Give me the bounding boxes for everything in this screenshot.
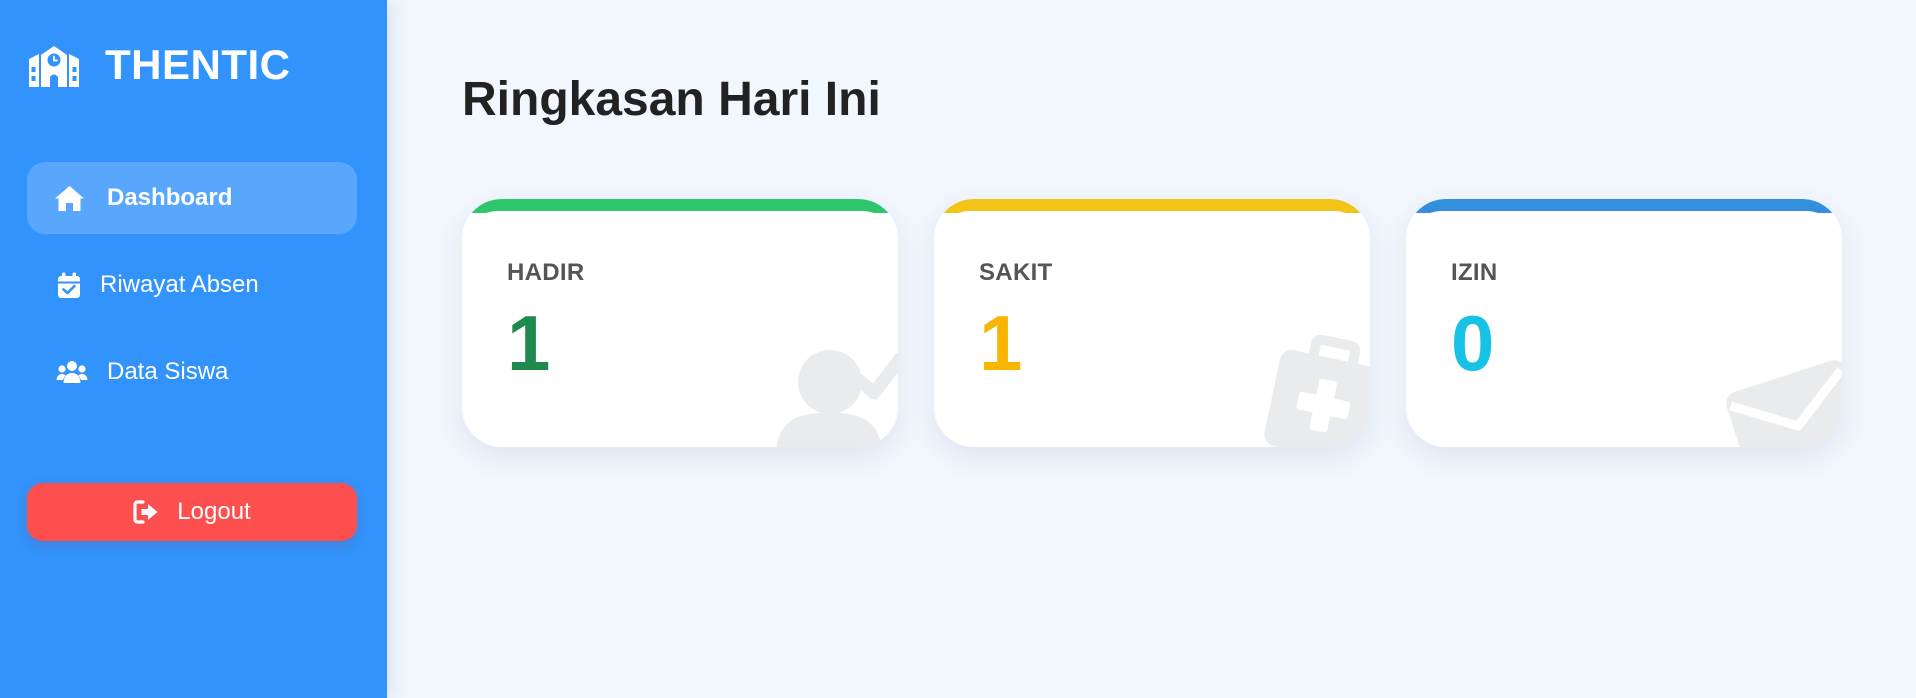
- sidebar-item-label: Riwayat Absen: [100, 271, 259, 298]
- sidebar-item-dashboard[interactable]: Dashboard: [27, 162, 357, 234]
- sidebar-item-label: Data Siswa: [107, 358, 229, 385]
- stat-card-hadir: HADIR 1: [462, 199, 898, 447]
- home-icon: [54, 185, 85, 212]
- card-label: IZIN: [1451, 259, 1498, 286]
- users-icon: [56, 360, 88, 384]
- envelope-icon: [1722, 337, 1842, 447]
- card-value: 0: [1451, 299, 1495, 387]
- medkit-icon: [1250, 332, 1370, 447]
- stat-card-sakit: SAKIT 1: [934, 199, 1370, 447]
- logout-button[interactable]: Logout: [27, 483, 357, 541]
- calendar-check-icon: [57, 272, 81, 299]
- sidebar-item-riwayat-absen[interactable]: Riwayat Absen: [27, 249, 357, 321]
- sidebar-item-data-siswa[interactable]: Data Siswa: [27, 336, 357, 408]
- brand[interactable]: THENTIC: [27, 40, 291, 90]
- school-icon: [27, 43, 81, 87]
- sidebar-item-label: Dashboard: [107, 184, 233, 211]
- app-name: THENTIC: [105, 41, 291, 88]
- card-value: 1: [507, 299, 551, 387]
- stat-card-izin: IZIN 0: [1406, 199, 1842, 447]
- user-check-icon: [768, 337, 898, 447]
- logout-icon: [133, 500, 159, 524]
- page-title: Ringkasan Hari Ini: [462, 73, 881, 126]
- sidebar: THENTIC Dashboard Riwayat Absen Data Sis…: [0, 0, 387, 698]
- card-label: HADIR: [507, 259, 585, 286]
- card-value: 1: [979, 299, 1023, 387]
- card-label: SAKIT: [979, 259, 1053, 286]
- logout-label: Logout: [177, 498, 251, 525]
